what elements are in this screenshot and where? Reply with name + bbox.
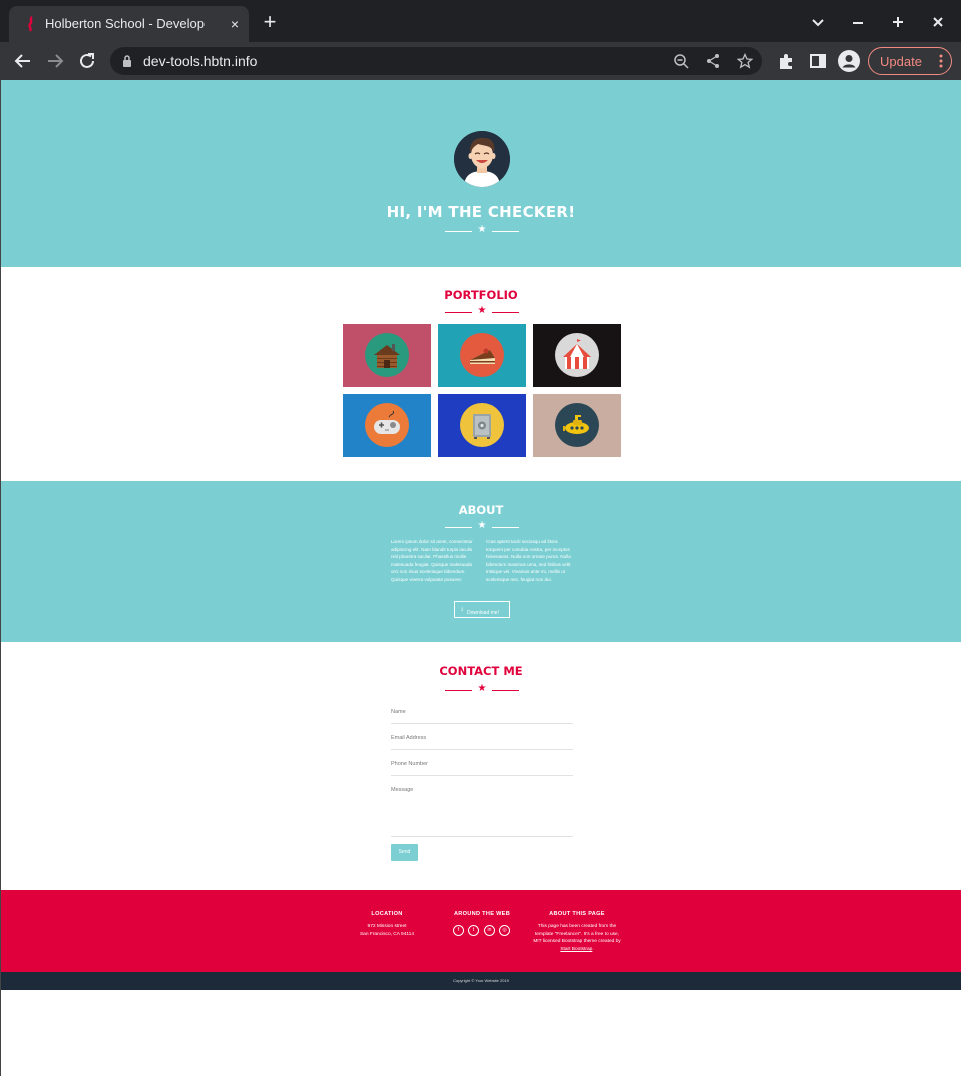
update-button[interactable]: Update (868, 47, 952, 75)
footer-location-heading: LOCATION (371, 911, 403, 917)
cabin-icon (374, 344, 400, 368)
safe-icon (473, 414, 491, 439)
about-title: ABOUT (458, 503, 504, 517)
dribbble-icon[interactable]: ◎ (499, 925, 510, 936)
footer: LOCATION 972 Mission street San Francisc… (1, 890, 961, 972)
holberton-favicon-icon (28, 16, 33, 32)
contact-star-divider: ★ (445, 683, 519, 696)
avatar (454, 131, 510, 187)
checker-avatar-icon (454, 131, 510, 187)
email-field[interactable]: Email Address (391, 730, 573, 750)
star-icon: ★ (477, 520, 487, 531)
page-viewport: HI, I'M THE CHECKER! ★ PORTFOLIO ★ ABOUT… (0, 80, 961, 1076)
star-icon: ★ (477, 683, 487, 694)
start-bootstrap-link[interactable]: Start Bootstrap (560, 947, 592, 952)
forward-arrow-icon[interactable] (44, 50, 66, 72)
portfolio-item-circus[interactable] (533, 324, 621, 387)
footer-about-period: . (592, 946, 594, 952)
url-text[interactable]: dev-tools.hbtn.info (143, 53, 257, 69)
portfolio-item-game[interactable] (343, 394, 431, 457)
footer-address-line2: San Francisco, CA 94114 (359, 932, 415, 937)
send-label: Send (398, 849, 411, 855)
browser-toolbar: dev-tools.hbtn.info Update (0, 42, 961, 80)
portfolio-title: PORTFOLIO (444, 288, 518, 302)
about-section: ABOUT ★ Lorem ipsum dolor sit amet, cons… (1, 481, 961, 642)
new-tab-button[interactable]: + (260, 11, 280, 33)
game-controller-icon (374, 410, 400, 434)
download-label: ⤓ Download me! (461, 606, 499, 616)
copyright-bar: Copyright © Your Website 2019 (1, 972, 961, 990)
footer-about-text: This page has been created from the temp… (532, 923, 622, 953)
download-button[interactable]: ⤓ Download me! (454, 601, 510, 618)
send-button[interactable]: Send (391, 844, 418, 861)
reload-icon[interactable] (76, 50, 98, 72)
zoom-out-icon[interactable] (673, 53, 689, 69)
header-star-divider: ★ (445, 224, 519, 237)
facebook-icon[interactable]: f (453, 925, 464, 936)
phone-placeholder: Phone Number (391, 761, 428, 767)
portfolio-item-cabin[interactable] (343, 324, 431, 387)
portfolio-item-submarine[interactable] (533, 394, 621, 457)
address-bar[interactable]: dev-tools.hbtn.info (110, 47, 762, 75)
twitter-icon[interactable]: t (468, 925, 479, 936)
side-panel-icon[interactable] (808, 51, 828, 71)
close-window-icon[interactable] (928, 12, 948, 32)
about-text-right: Cras aptent taciti sociosqu ad litora to… (486, 539, 571, 582)
profile-avatar-icon[interactable] (838, 50, 860, 72)
footer-address-line1: 972 Mission street (367, 924, 407, 929)
contact-title: CONTACT ME (439, 664, 523, 678)
message-placeholder: Message (391, 787, 414, 793)
back-arrow-icon[interactable] (12, 50, 34, 72)
name-field[interactable]: Name (391, 704, 573, 724)
tab-close-icon[interactable]: × (227, 16, 243, 32)
portfolio-grid (343, 324, 621, 457)
update-label: Update (880, 54, 922, 69)
circus-tent-icon (563, 339, 591, 369)
portfolio-item-safe[interactable] (438, 394, 526, 457)
star-icon: ★ (477, 305, 487, 316)
tab-title: Holberton School - Developer (45, 16, 205, 31)
browser-tab-bar: Holberton School - Developer × + (0, 0, 961, 42)
contact-section: CONTACT ME ★ Name Email Address Phone Nu… (1, 642, 961, 890)
masthead: HI, I'M THE CHECKER! ★ (1, 80, 961, 267)
copyright-text: Copyright © Your Website 2019 (453, 978, 509, 983)
about-star-divider: ★ (445, 520, 519, 533)
about-text-left: Lorem ipsum dolor sit amet, consectetur … (391, 539, 473, 582)
submarine-icon (563, 415, 589, 434)
more-menu-icon[interactable] (939, 53, 943, 69)
tab-search-chevron-icon[interactable] (808, 12, 828, 32)
maximize-icon[interactable] (888, 12, 908, 32)
extensions-puzzle-icon[interactable] (776, 51, 796, 71)
email-placeholder: Email Address (391, 735, 427, 741)
share-icon[interactable] (705, 53, 721, 69)
portfolio-star-divider: ★ (445, 305, 519, 318)
footer-about-body: This page has been created from the temp… (533, 924, 621, 945)
hero-title: HI, I'M THE CHECKER! (386, 203, 576, 221)
minimize-icon[interactable] (848, 12, 868, 32)
cake-icon (470, 348, 495, 364)
lock-icon[interactable] (122, 54, 132, 68)
name-placeholder: Name (391, 709, 406, 715)
message-field[interactable]: Message (391, 782, 573, 837)
footer-web-heading: AROUND THE WEB (453, 911, 511, 917)
footer-about-heading: ABOUT THIS PAGE (549, 911, 605, 917)
browser-tab[interactable]: Holberton School - Developer × (9, 6, 249, 42)
star-icon: ★ (477, 224, 487, 235)
portfolio-item-cake[interactable] (438, 324, 526, 387)
phone-field[interactable]: Phone Number (391, 756, 573, 776)
bookmark-star-icon[interactable] (737, 53, 753, 69)
linkedin-icon[interactable]: in (484, 925, 495, 936)
